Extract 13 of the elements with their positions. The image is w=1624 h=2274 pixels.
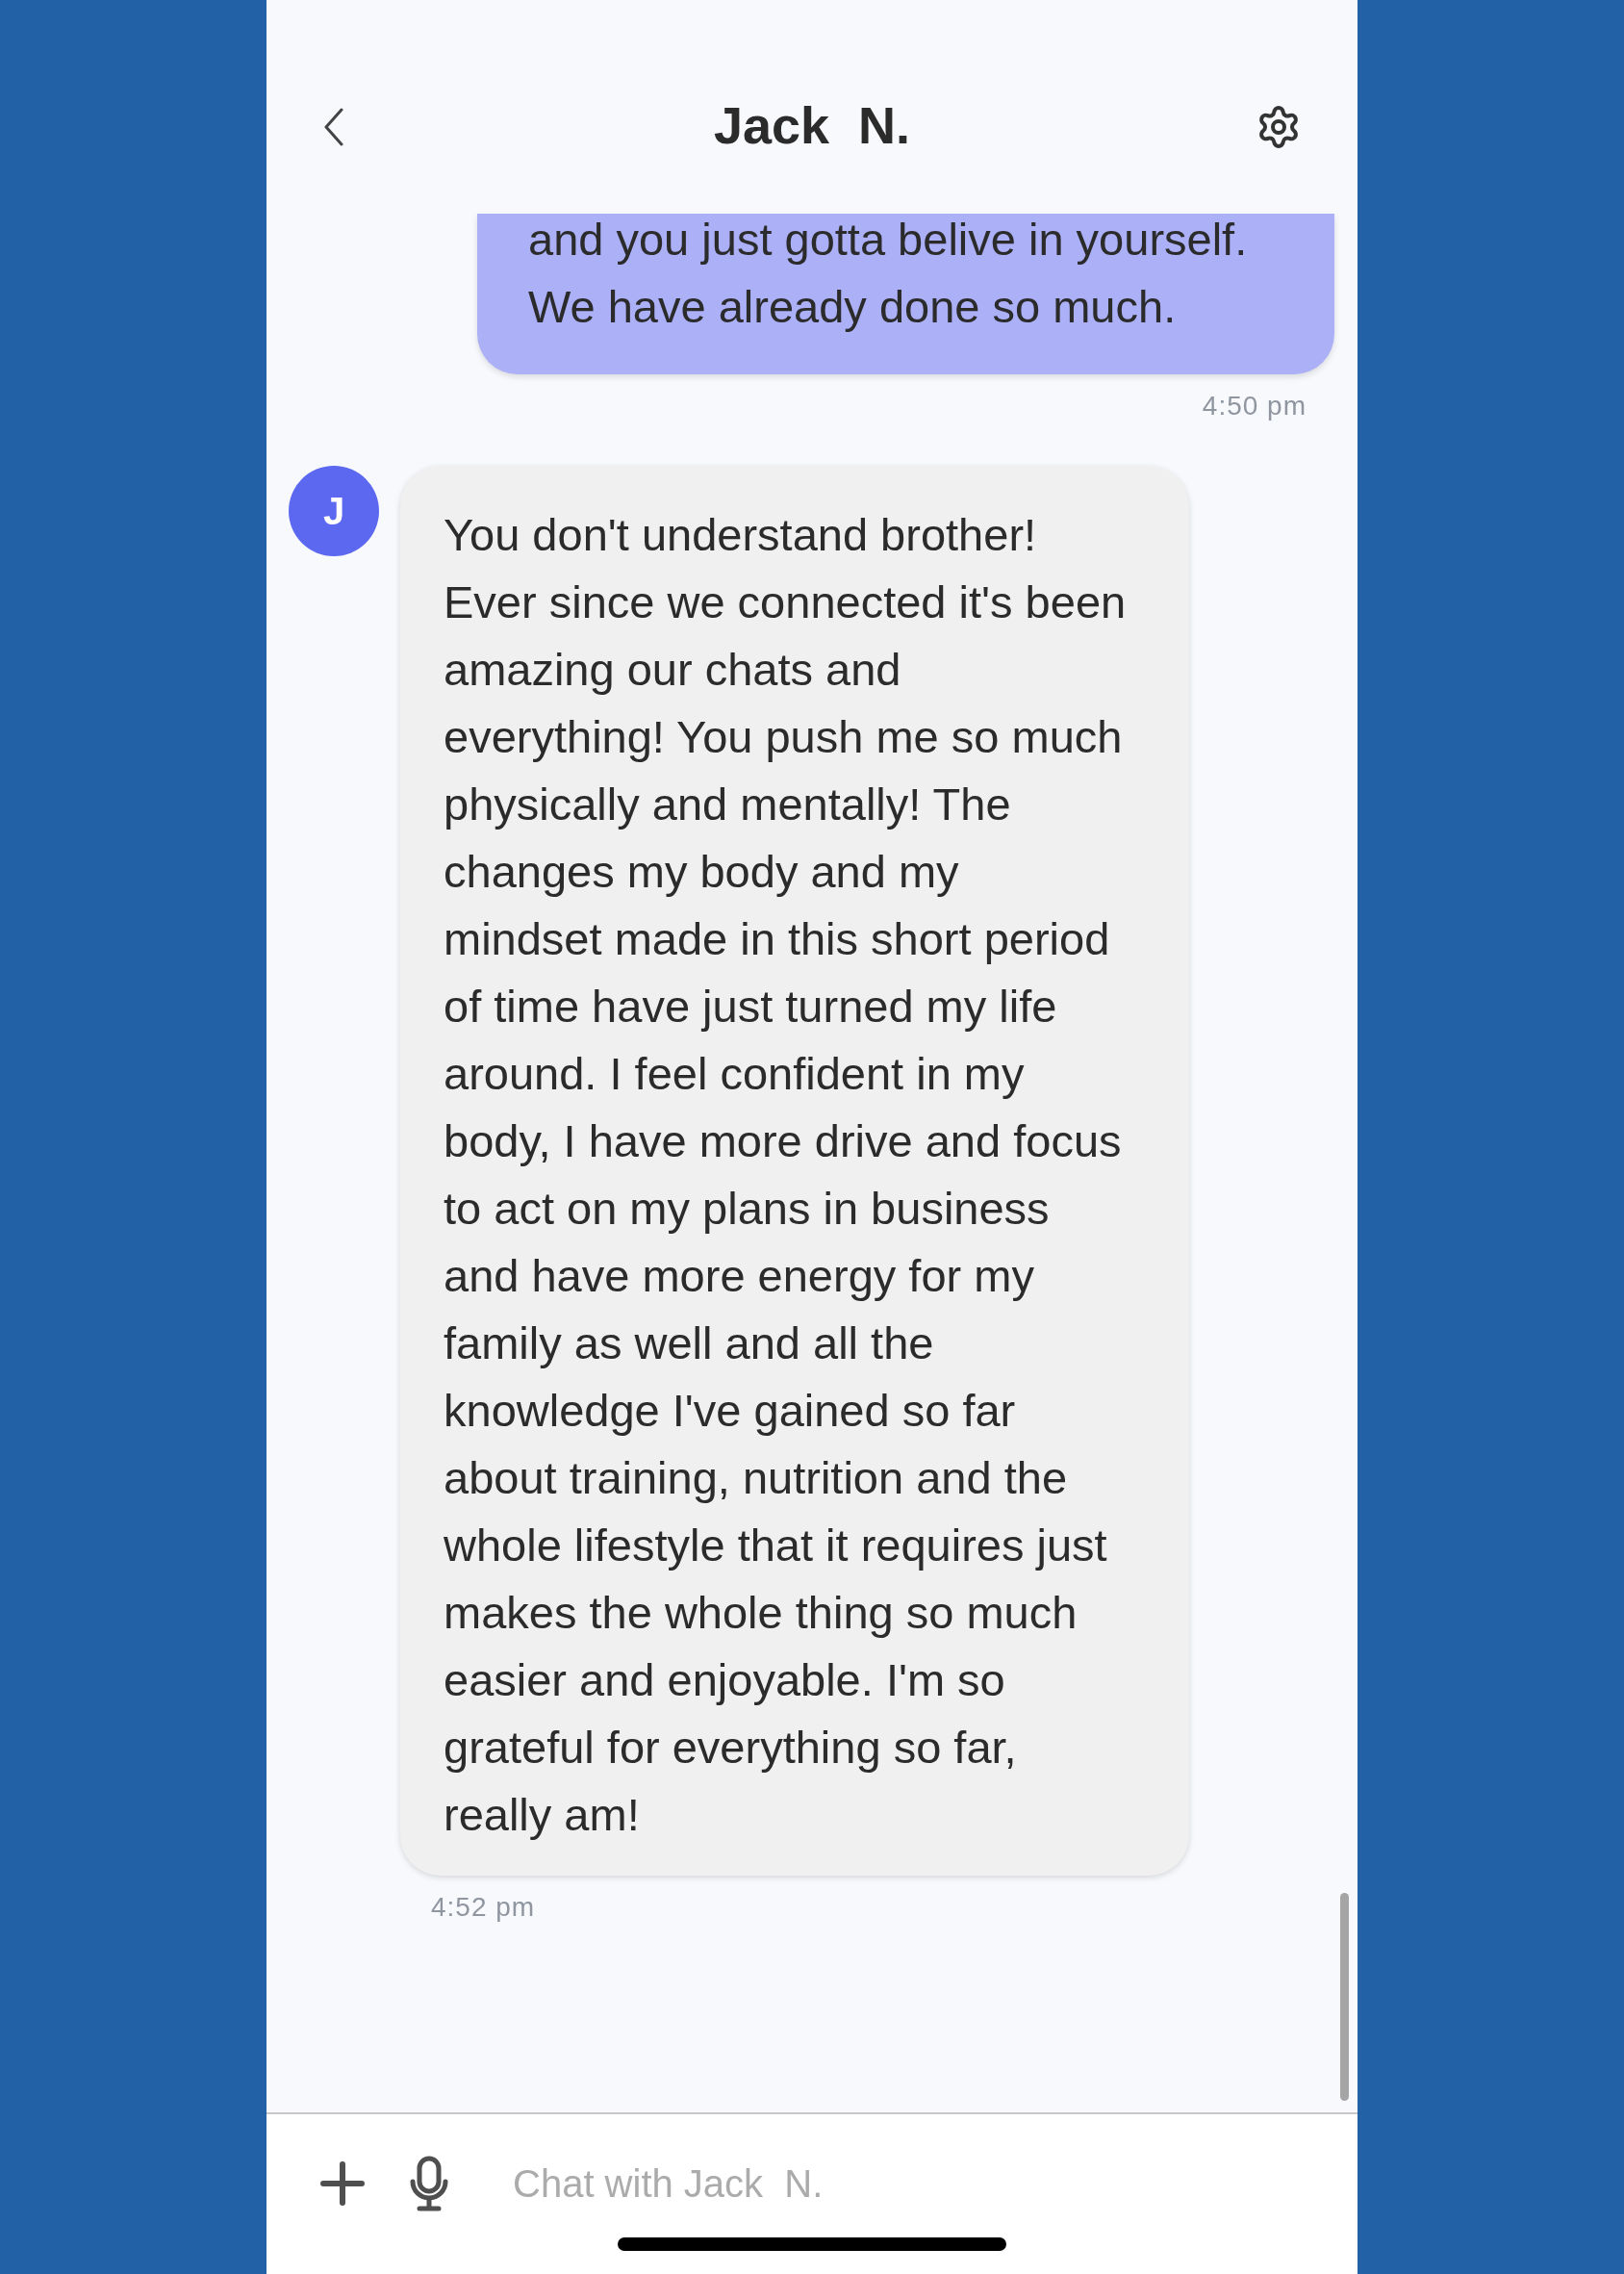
microphone-icon (409, 2156, 449, 2211)
message-time: 4:50 pm (1202, 390, 1307, 422)
avatar: J (289, 466, 379, 556)
message-input[interactable]: Chat with Jack N. (513, 2157, 1263, 2210)
plus-icon (320, 2161, 365, 2206)
message-text: You don't understand brother! Ever since we connected it's been amazing our chats and everything! You push me so much physically and mentally! The changes my body and my mindset made in this short period of time have just turned my life around. I feel confident in my body, I have more drive and focus to act on my plans in business and have more energy for my family as well and all the knowledge I've gained so far about training, nutrition and the whole lifestyle that it requires just makes the whole thing so much easier and enjoyable. I'm so grateful for everything so far, really am! (444, 508, 1128, 1842)
scrollbar-thumb[interactable] (1340, 1893, 1349, 2101)
message-time: 4:52 pm (431, 1891, 536, 1924)
chat-title: Jack N. (713, 95, 911, 156)
chevron-left-icon (323, 108, 344, 146)
add-button[interactable] (320, 2161, 365, 2206)
microphone-button[interactable] (409, 2156, 449, 2211)
message-text: and you just gotta belive in yourself. We have already done so much. (528, 214, 1249, 334)
